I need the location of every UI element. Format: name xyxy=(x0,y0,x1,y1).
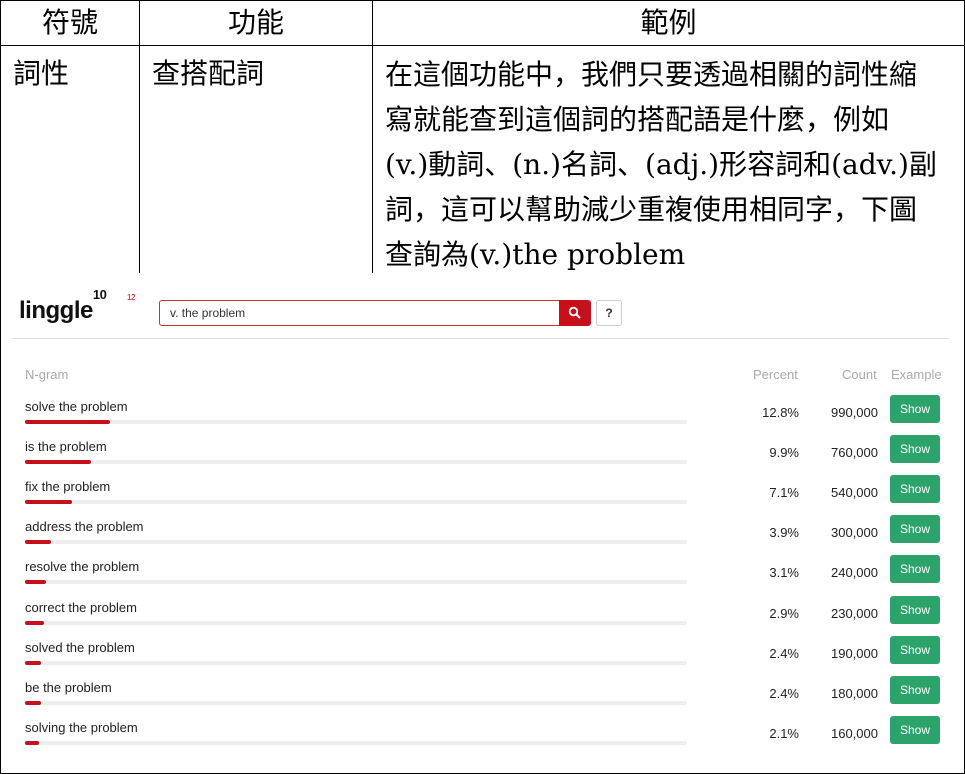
header-function: 功能 xyxy=(139,0,373,46)
table-header-row: 符號 功能 範例 xyxy=(0,0,965,46)
percent-bar-track xyxy=(25,620,687,625)
count-value: 240,000 xyxy=(831,565,878,581)
linggle-screenshot: linggle10 12 v. the problem ? N-gram Per… xyxy=(1,273,964,773)
count-value: 190,000 xyxy=(831,645,878,661)
header-symbol: 符號 xyxy=(0,0,140,46)
percent-value: 2.9% xyxy=(769,605,799,621)
table-row: solving the problem 2.1% 160,000 Show xyxy=(1,715,964,760)
percent-bar-fill xyxy=(25,700,41,705)
percent-bar-fill xyxy=(25,740,39,745)
example-line: 詞，這可以幫助減少重複使用相同字，下圖 xyxy=(385,193,918,226)
percent-bar-fill xyxy=(25,620,45,625)
linggle-logo[interactable]: linggle10 12 xyxy=(19,287,135,325)
percent-value: 12.8% xyxy=(762,405,799,420)
example-line: 在這個功能中，我們只要透過相關的詞性縮 xyxy=(385,58,918,91)
show-example-button[interactable]: Show xyxy=(890,395,940,423)
percent-value: 3.9% xyxy=(769,525,799,541)
help-button[interactable]: ? xyxy=(596,300,622,326)
cell-function: 查搭配詞 xyxy=(139,45,373,278)
column-example: Example xyxy=(891,367,942,382)
percent-bar-track xyxy=(25,740,687,745)
show-example-button[interactable]: Show xyxy=(890,555,940,584)
count-value: 760,000 xyxy=(831,445,878,461)
percent-bar-track xyxy=(25,660,687,665)
percent-bar-track xyxy=(25,580,687,585)
percent-bar-track xyxy=(25,540,687,545)
percent-bar-fill xyxy=(25,540,51,545)
divider xyxy=(13,338,949,339)
ngram-text[interactable]: fix the problem xyxy=(25,479,110,494)
ngram-text[interactable]: is the problem xyxy=(25,439,107,454)
table-row: solved the problem 2.4% 190,000 Show xyxy=(1,635,964,680)
percent-value: 7.1% xyxy=(769,485,799,501)
count-value: 230,000 xyxy=(831,605,878,621)
table-row: solve the problem 12.8% 990,000 Show xyxy=(1,395,964,439)
percent-value: 3.1% xyxy=(769,565,799,581)
show-example-button[interactable]: Show xyxy=(890,635,940,664)
logo-tiny-mark: 12 xyxy=(127,293,135,302)
count-value: 180,000 xyxy=(831,685,878,701)
cell-example: 在這個功能中，我們只要透過相關的詞性縮 寫就能查到這個詞的搭配語是什麼，例如 (… xyxy=(372,45,965,278)
show-example-button[interactable]: Show xyxy=(890,435,940,464)
table-row: be the problem 2.4% 180,000 Show xyxy=(1,675,964,720)
percent-bar-fill xyxy=(25,500,73,505)
percent-bar-track xyxy=(25,700,687,705)
count-value: 160,000 xyxy=(831,725,878,741)
show-example-button[interactable]: Show xyxy=(890,595,940,624)
example-line: 查詢為(v.)the problem xyxy=(385,238,686,271)
show-example-button[interactable]: Show xyxy=(890,675,940,704)
ngram-text[interactable]: address the problem xyxy=(25,519,144,534)
table-row: resolve the problem 3.1% 240,000 Show xyxy=(1,555,964,599)
search-input[interactable]: v. the problem xyxy=(159,300,559,326)
percent-bar-fill xyxy=(25,660,41,665)
cell-symbol: 詞性 xyxy=(0,45,140,278)
percent-bar-fill xyxy=(25,420,110,424)
column-percent: Percent xyxy=(753,367,798,382)
ngram-text[interactable]: solving the problem xyxy=(25,720,138,735)
percent-bar-track xyxy=(25,500,687,505)
ngram-text[interactable]: solve the problem xyxy=(25,399,128,414)
definition-table: 符號 功能 範例 詞性 查搭配詞 在這個功能中，我們只要透過相關的詞性縮 寫就能… xyxy=(0,0,965,278)
count-value: 300,000 xyxy=(831,525,878,541)
logo-text: linggle xyxy=(19,297,93,324)
example-line: 寫就能查到這個詞的搭配語是什麼，例如 xyxy=(385,103,890,136)
count-value: 990,000 xyxy=(831,405,878,420)
ngram-text[interactable]: solved the problem xyxy=(25,640,135,655)
percent-bar-track xyxy=(25,460,687,465)
show-example-button[interactable]: Show xyxy=(890,475,940,504)
table-row: 詞性 查搭配詞 在這個功能中，我們只要透過相關的詞性縮 寫就能查到這個詞的搭配語… xyxy=(0,45,965,278)
percent-bar-track xyxy=(25,420,687,424)
ngram-text[interactable]: correct the problem xyxy=(25,600,137,615)
table-row: correct the problem 2.9% 230,000 Show xyxy=(1,595,964,640)
logo-superscript: 10 xyxy=(92,287,107,302)
percent-value: 2.1% xyxy=(769,725,799,741)
count-value: 540,000 xyxy=(831,485,878,501)
ngram-text[interactable]: be the problem xyxy=(25,680,112,695)
percent-bar-fill xyxy=(25,580,46,585)
percent-bar-fill xyxy=(25,460,91,465)
percent-value: 9.9% xyxy=(769,445,799,461)
column-count: Count xyxy=(842,367,877,382)
table-row: is the problem 9.9% 760,000 Show xyxy=(1,435,964,479)
header-example: 範例 xyxy=(372,0,965,46)
search-button[interactable] xyxy=(559,300,591,326)
percent-value: 2.4% xyxy=(769,645,799,661)
column-ngram: N-gram xyxy=(25,367,69,382)
table-row: fix the problem 7.1% 540,000 Show xyxy=(1,475,964,519)
example-line: (v.)動詞、(n.)名詞、(adj.)形容詞和(adv.)副 xyxy=(385,148,937,181)
search-icon xyxy=(568,306,581,319)
table-row: address the problem 3.9% 300,000 Show xyxy=(1,515,964,559)
ngram-text[interactable]: resolve the problem xyxy=(25,559,139,574)
show-example-button[interactable]: Show xyxy=(890,515,940,544)
show-example-button[interactable]: Show xyxy=(890,715,940,744)
percent-value: 2.4% xyxy=(769,685,799,701)
